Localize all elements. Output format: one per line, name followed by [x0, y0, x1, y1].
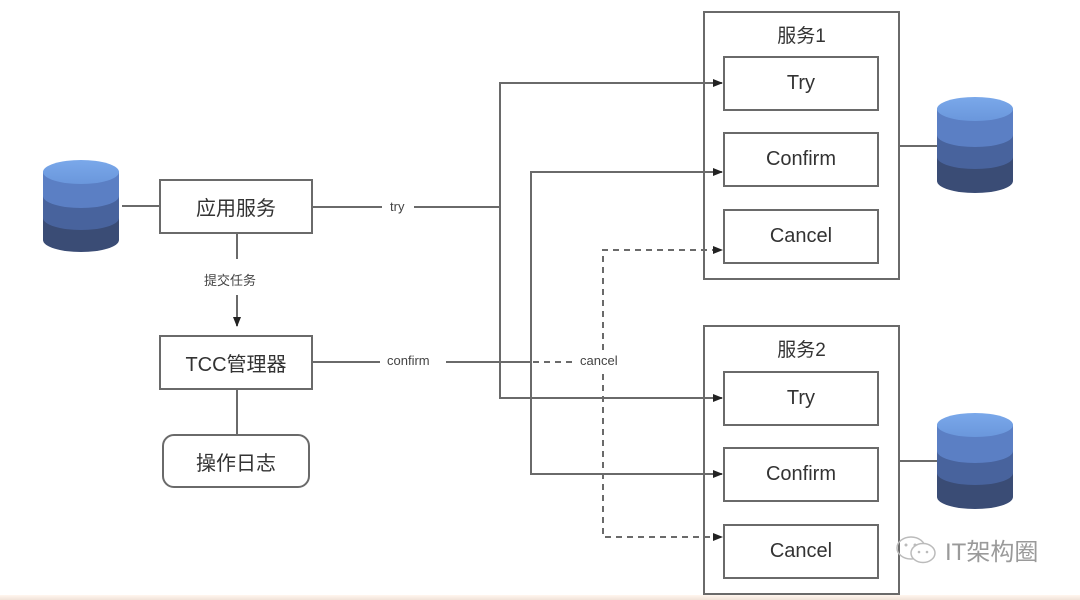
app-service-label: 应用服务 [196, 198, 276, 220]
edge-try-service2 [499, 207, 723, 402]
service2-try-label: Try [786, 387, 816, 409]
wechat-icon [896, 535, 936, 563]
bottom-strip [0, 595, 1080, 600]
service2-try-node: Try [723, 371, 879, 426]
tcc-manager-label: TCC管理器 [185, 354, 287, 376]
service1-confirm-label: Confirm [765, 148, 836, 170]
service2-title: 服务2 [777, 340, 826, 361]
service1-cancel-label: Cancel [769, 225, 833, 247]
service1-title: 服务1 [777, 26, 826, 47]
watermark-text: IT架构圈 [945, 539, 1039, 566]
service1-try-label: Try [786, 72, 816, 94]
service2-confirm-label: Confirm [765, 463, 836, 485]
service1-try-node: Try [723, 56, 879, 111]
edge-confirm-service2 [530, 362, 723, 478]
database-icon-app [43, 160, 119, 252]
operation-log-node: 操作日志 [162, 434, 310, 488]
database-icon-service2 [937, 413, 1013, 509]
watermark: IT架构圈 [895, 532, 1038, 567]
service2-confirm-node: Confirm [723, 447, 879, 502]
tcc-manager-node: TCC管理器 [159, 335, 313, 390]
edge-confirm-service1 [530, 168, 723, 362]
service2-cancel-node: Cancel [723, 524, 879, 579]
submit-task-label: 提交任务 [200, 270, 261, 289]
database-icon-service1 [937, 97, 1013, 193]
service1-confirm-node: Confirm [723, 132, 879, 187]
service1-cancel-node: Cancel [723, 209, 879, 264]
operation-log-label: 操作日志 [196, 452, 276, 475]
service2-cancel-label: Cancel [769, 540, 833, 562]
cancel-edge-label: cancel [576, 353, 622, 368]
edge-try-service1 [499, 79, 723, 207]
try-edge-label: try [386, 199, 409, 214]
app-service-node: 应用服务 [159, 179, 313, 234]
confirm-edge-label: confirm [383, 353, 434, 368]
diagram-canvas [43, 79, 1013, 541]
